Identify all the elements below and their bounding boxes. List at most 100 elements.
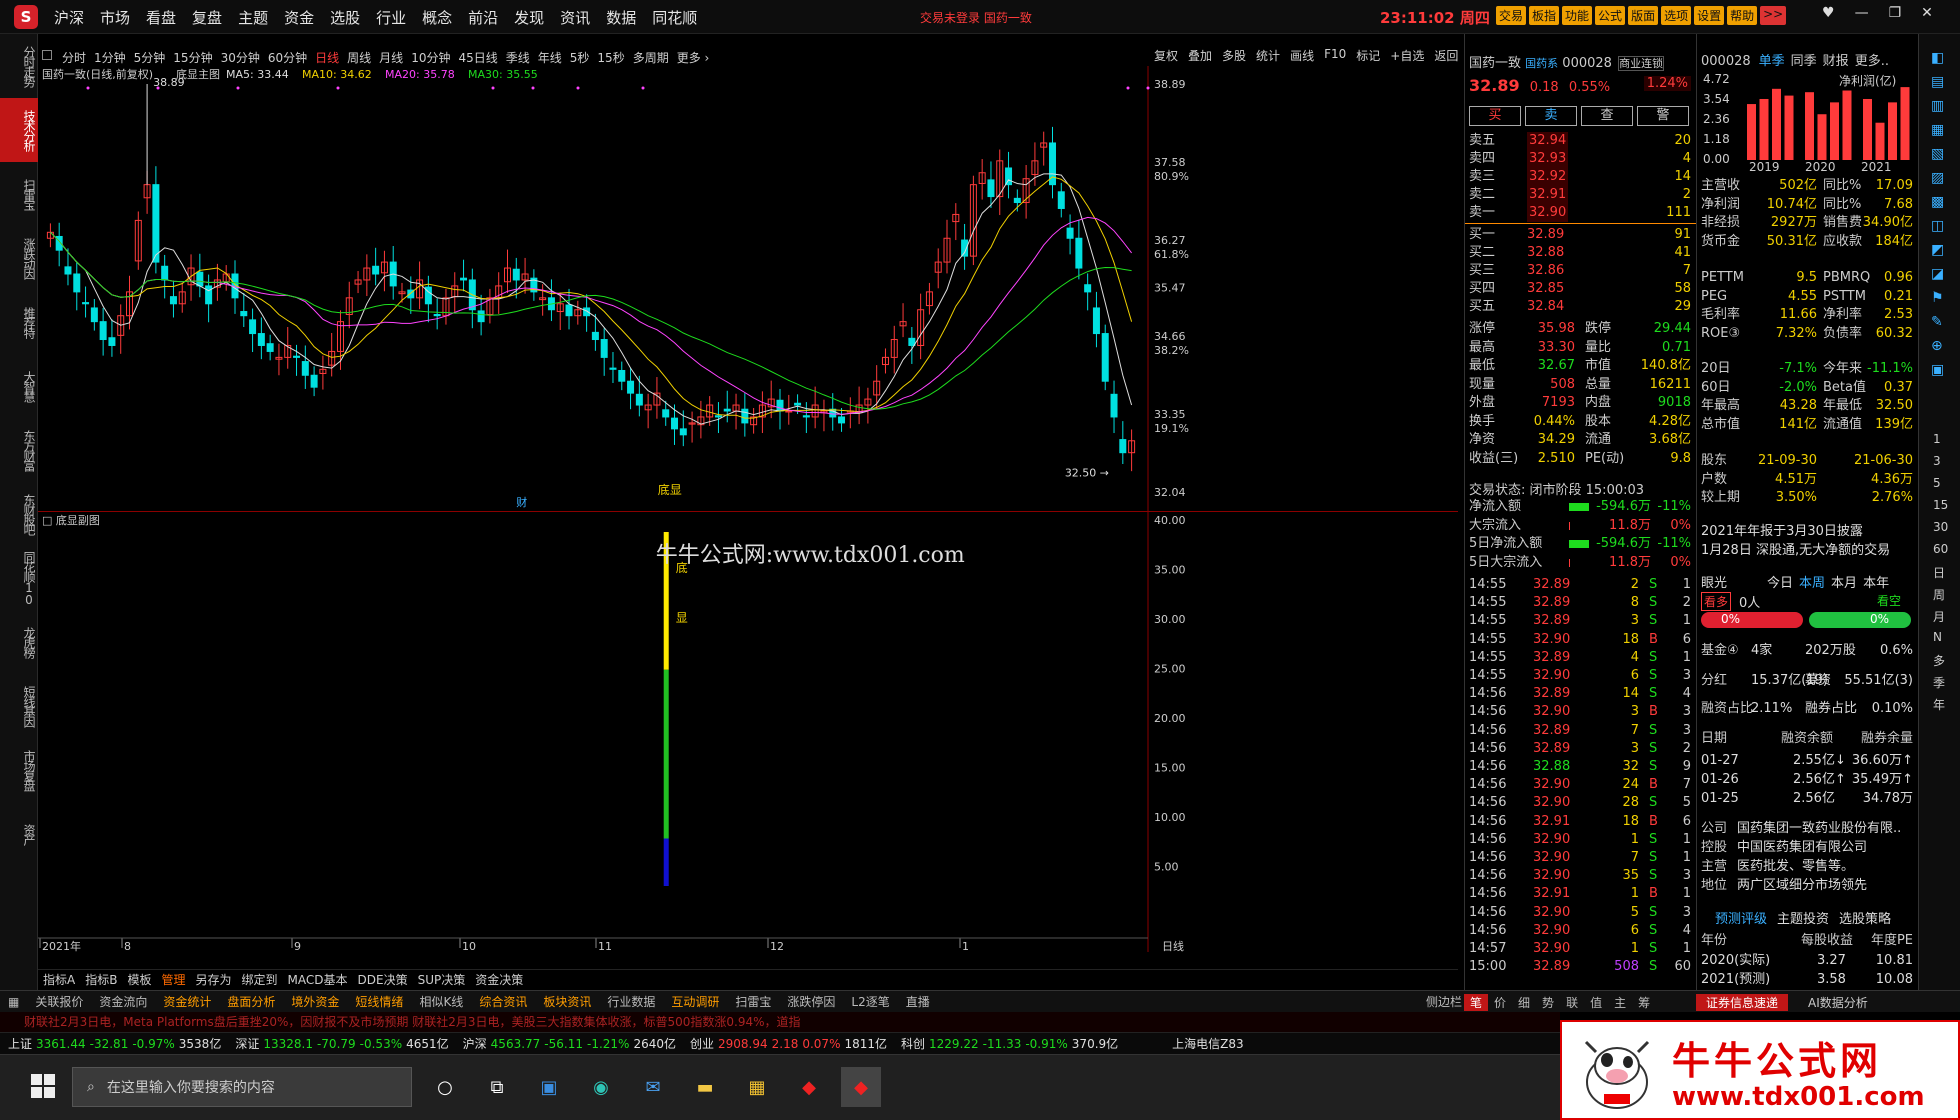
explorer-icon[interactable]: ▬ xyxy=(685,1067,725,1107)
toolbar-period[interactable]: 60 xyxy=(1933,542,1948,556)
candle-body[interactable] xyxy=(618,369,626,382)
quote-tab[interactable]: 价 xyxy=(1488,994,1512,1011)
toolbar-period[interactable]: 周 xyxy=(1933,586,1945,603)
left-tab[interactable]: 市场复盘 xyxy=(0,738,38,802)
toolbar-period[interactable]: 3 xyxy=(1933,454,1941,468)
chart-control[interactable]: 标记 xyxy=(1352,47,1384,64)
f10-tab[interactable]: 财报 xyxy=(1823,54,1849,69)
index-field[interactable]: 上证 xyxy=(8,1035,32,1052)
maximize-icon[interactable]: ❐ xyxy=(1889,5,1902,21)
toolbar-icon[interactable]: ◫ xyxy=(1931,218,1944,234)
candle-body[interactable] xyxy=(1057,191,1065,209)
candle-body[interactable] xyxy=(609,367,617,370)
candle-body[interactable] xyxy=(1084,284,1092,293)
index-field[interactable]: 科创 xyxy=(901,1035,925,1052)
left-tab[interactable]: 涨跌动因 xyxy=(0,226,38,290)
toolbar-icon[interactable]: ▥ xyxy=(1931,98,1944,114)
candle-body[interactable] xyxy=(591,331,599,341)
close-icon[interactable]: ✕ xyxy=(1921,5,1933,21)
news-ticker[interactable]: 财联社2月3日电，Meta Platforms盘后重挫20%，因财报不及市场预期… xyxy=(0,1012,1560,1032)
candle-body[interactable] xyxy=(1119,439,1127,454)
period-tab[interactable]: 周线 xyxy=(343,49,375,66)
index-field[interactable]: 沪深 xyxy=(463,1035,487,1052)
app-icon-yellow[interactable]: ▦ xyxy=(737,1067,777,1107)
f10-bottom-tab[interactable]: AI数据分析 xyxy=(1798,994,1878,1011)
candle-body[interactable] xyxy=(161,265,169,281)
candle-body[interactable] xyxy=(512,268,520,281)
candle-body[interactable] xyxy=(1005,167,1013,186)
menu-item[interactable]: 数据 xyxy=(598,7,644,28)
task-view-icon[interactable]: ⧉ xyxy=(477,1067,517,1107)
quote-tab[interactable]: 势 xyxy=(1536,994,1560,1011)
bottom-tab[interactable]: 盘面分析 xyxy=(219,993,283,1010)
candle-body[interactable] xyxy=(802,415,810,418)
taskbar-search[interactable]: ⌕ 在这里输入你要搜索的内容 xyxy=(72,1067,412,1107)
indicator-tab[interactable]: DDE决策 xyxy=(353,971,413,988)
chart-control[interactable]: 叠加 xyxy=(1184,47,1216,64)
candle-body[interactable] xyxy=(776,399,784,412)
candle-body[interactable] xyxy=(460,277,468,281)
f10-link[interactable]: 预测评级 xyxy=(1715,912,1767,927)
menu-item[interactable]: 主题 xyxy=(230,7,276,28)
quote-tab[interactable]: 主 xyxy=(1608,994,1632,1011)
toolbar-icon[interactable]: ▣ xyxy=(1931,362,1944,378)
period-tab[interactable]: 60分钟 xyxy=(264,49,311,66)
candle-body[interactable] xyxy=(169,296,177,305)
company-row[interactable]: 主营 医药批发、零售等。 xyxy=(1701,858,1915,876)
indicator-tab[interactable]: 绑定到 xyxy=(237,971,283,988)
left-tab[interactable]: 推荐特 xyxy=(0,290,38,354)
candle-body[interactable] xyxy=(714,415,722,418)
cortana-icon[interactable]: ○ xyxy=(425,1067,465,1107)
menu-item[interactable]: 看盘 xyxy=(138,7,184,28)
candle-body[interactable] xyxy=(723,408,731,412)
candle-body[interactable] xyxy=(565,304,573,317)
candle-body[interactable] xyxy=(301,361,309,376)
indicator-tab[interactable]: SUP决策 xyxy=(413,971,471,988)
candle-body[interactable] xyxy=(82,302,90,305)
candle-body[interactable] xyxy=(671,417,679,430)
period-tab[interactable]: 分时 xyxy=(58,49,90,66)
func-button[interactable]: 选项 xyxy=(1661,6,1692,25)
left-tab[interactable]: 资产 xyxy=(0,802,38,866)
app-icon-red[interactable]: ◆ xyxy=(789,1067,829,1107)
bottom-tab[interactable]: 行业数据 xyxy=(599,993,663,1010)
candle-body[interactable] xyxy=(679,428,687,436)
toolbar-icon[interactable]: ◩ xyxy=(1931,242,1944,258)
eye-tab[interactable]: 本周 xyxy=(1799,576,1825,591)
indicator-tab[interactable]: MACD基本 xyxy=(283,971,353,988)
layout-icon[interactable] xyxy=(42,50,52,60)
eye-tab[interactable]: 今日 xyxy=(1767,576,1793,591)
indicator-tab[interactable]: 模板 xyxy=(122,971,156,988)
trade-button[interactable]: 查 xyxy=(1581,106,1633,126)
tick-list[interactable]: 14:55 32.89 2 S 1 14:55 32.89 8 S 2 14:55 32.89 3 S 1 1… xyxy=(1465,576,1697,980)
finance-marker[interactable]: 财 xyxy=(516,495,527,509)
bottom-tab[interactable]: 互动调研 xyxy=(663,993,727,1010)
toolbar-period[interactable]: 日 xyxy=(1933,564,1945,581)
left-tab[interactable]: 扫雷宝 xyxy=(0,162,38,226)
candle-body[interactable] xyxy=(1066,227,1074,239)
menu-item[interactable]: 概念 xyxy=(414,7,460,28)
toolbar-icon[interactable]: ◧ xyxy=(1931,50,1944,66)
toolbar-period[interactable]: 5 xyxy=(1933,476,1941,490)
f10-link[interactable]: 主题投资 xyxy=(1777,912,1829,927)
menu-item[interactable]: 发现 xyxy=(506,7,552,28)
period-tab[interactable]: 15分钟 xyxy=(169,49,216,66)
candle-body[interactable] xyxy=(196,271,204,287)
quote-tab[interactable]: 细 xyxy=(1512,994,1536,1011)
index-field[interactable]: 深证 xyxy=(235,1035,259,1052)
toolbar-period[interactable]: 30 xyxy=(1933,520,1948,534)
toolbar-period[interactable]: 月 xyxy=(1933,608,1945,625)
chart-control[interactable]: 复权 xyxy=(1150,47,1182,64)
chart-control[interactable]: +自选 xyxy=(1386,47,1428,64)
candle-body[interactable] xyxy=(108,337,116,346)
candle-body[interactable] xyxy=(433,314,441,317)
toolbar-period[interactable]: N xyxy=(1933,630,1942,644)
left-tab[interactable]: 同花顺10 xyxy=(0,546,38,610)
candle-body[interactable] xyxy=(249,319,257,335)
candle-body[interactable] xyxy=(1013,197,1021,204)
period-tab[interactable]: 日线 xyxy=(311,49,343,66)
period-tab[interactable]: 季线 xyxy=(502,49,534,66)
trade-button[interactable]: 卖 xyxy=(1525,106,1577,126)
bottom-tab[interactable]: 涨跌停因 xyxy=(779,993,843,1010)
toolbar-icon[interactable]: ▩ xyxy=(1931,194,1944,210)
